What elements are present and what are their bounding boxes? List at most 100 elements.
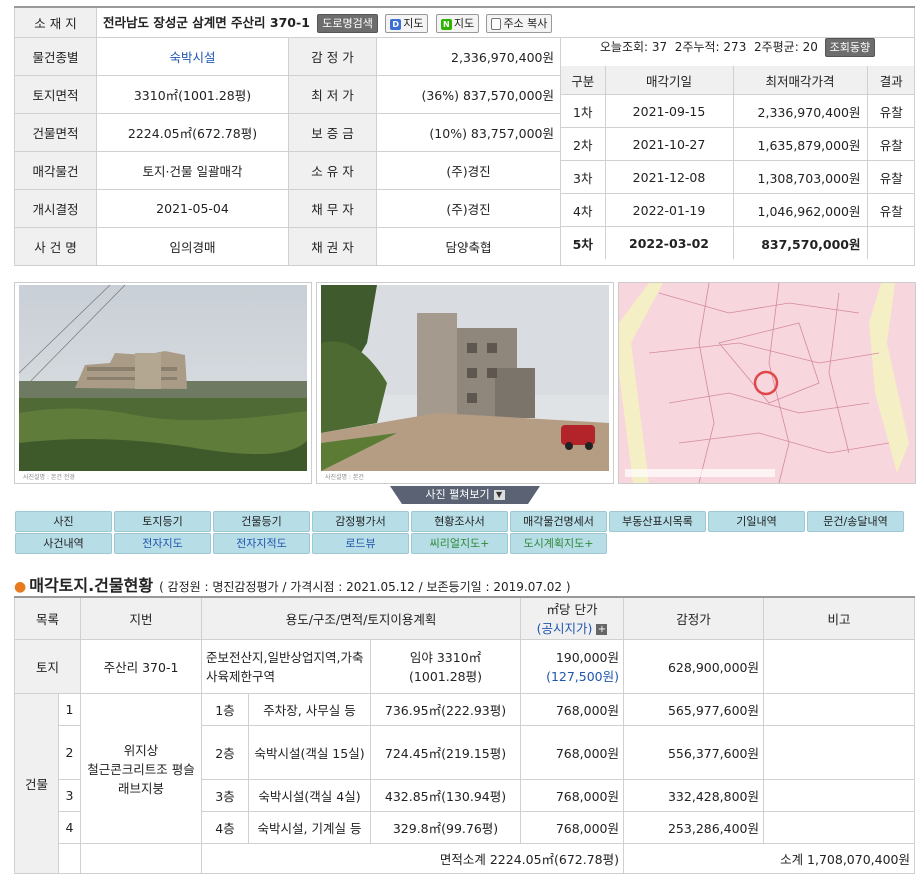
auction-date: 2021-10-27 — [604, 127, 733, 161]
copy-address-button[interactable]: 주소 복사 — [486, 14, 553, 33]
view-stats-text: 오늘조회: 37 2주누적: 273 2주평균: 20 — [599, 40, 818, 54]
property-info-table: 소 재 지 전라남도 장성군 삼계면 주산리 370-1 도로명검색 D 지도 N… — [14, 6, 916, 266]
floor-note — [763, 724, 916, 780]
col-header: 목록 — [13, 596, 82, 640]
floor: 2층 — [201, 724, 250, 780]
schedule-row: 3차 2021-12-08 1,308,703,000원 유찰 — [561, 160, 915, 194]
info-value: (주)경진 — [376, 151, 561, 190]
naver-map-button[interactable]: N 지도 — [435, 14, 480, 33]
land-label: 토지 — [13, 638, 82, 694]
daum-map-button[interactable]: D 지도 — [385, 14, 429, 33]
floor-use: 숙박시설(객실 15실) — [248, 724, 372, 780]
floor-unit-price: 768,000원 — [520, 692, 625, 726]
info-value: (36%) 837,570,000원 — [376, 75, 561, 114]
round: 4차 — [561, 193, 605, 227]
col-header: 용도/구조/면적/토지이용계획 — [201, 596, 522, 640]
info-label: 최 저 가 — [288, 75, 377, 114]
schedule-row: 2차 2021-10-27 1,635,879,000원 유찰 — [561, 127, 915, 161]
nav-urban-plan-map[interactable]: 도시계획지도+ — [510, 533, 607, 554]
floor-unit-price: 768,000원 — [520, 810, 625, 844]
land-appraisal: 628,900,000원 — [623, 638, 765, 694]
info-label: 개시결정 — [14, 189, 97, 228]
photo-expand-toggle[interactable]: 사진 펼쳐보기 ▼ — [390, 486, 540, 504]
info-value: 임의경매 — [96, 227, 289, 266]
info-value: 2021-05-04 — [96, 189, 289, 228]
info-value: 담양축협 — [376, 227, 561, 266]
land-lot: 주산리 370-1 — [80, 638, 203, 694]
floor-use: 숙박시설(객실 4실) — [248, 778, 372, 812]
building-structure: 위지상 철근콘크리트조 평슬래브지붕 — [80, 692, 203, 844]
nav-status-report[interactable]: 현황조사서 — [411, 511, 508, 532]
round: 2차 — [561, 127, 605, 161]
floor: 3층 — [201, 778, 250, 812]
floor-unit-price: 768,000원 — [520, 778, 625, 812]
address-value: 전라남도 장성군 삼계면 주산리 370-1 — [103, 15, 310, 30]
schedule-panel: 오늘조회: 37 2주누적: 273 2주평균: 20 조회동향 구분 매각기일… — [559, 37, 916, 266]
nav-e-map[interactable]: 전자지도 — [114, 533, 211, 554]
auction-date: 2021-12-08 — [604, 160, 733, 194]
info-label: 토지면적 — [14, 75, 97, 114]
plus-icon[interactable]: + — [596, 624, 608, 636]
subtotal-spacer — [80, 842, 203, 874]
floor-area: 329.8㎡(99.76평) — [370, 810, 522, 844]
info-label: 소 유 자 — [288, 151, 377, 190]
schedule-row-current: 5차 2022-03-02 837,570,000원 — [561, 226, 915, 259]
address-label: 소 재 지 — [14, 6, 97, 38]
nav-appraisal[interactable]: 감정평가서 — [312, 511, 409, 532]
chevron-down-icon: ▼ — [493, 490, 505, 500]
view-trend-button[interactable]: 조회동향 — [824, 38, 876, 57]
nav-sereal-map[interactable]: 씨리얼지도+ — [411, 533, 508, 554]
min-price: 1,635,879,000원 — [732, 127, 867, 161]
nav-property-list[interactable]: 부동산표시목록 — [609, 511, 706, 532]
floor-area: 432.85㎡(130.94평) — [370, 778, 522, 812]
floor-no: 3 — [57, 778, 82, 812]
nav-sale-statement[interactable]: 매각물건명세서 — [510, 511, 607, 532]
info-value: (10%) 83,757,000원 — [376, 113, 561, 152]
info-value: 3310㎡(1001.28평) — [96, 75, 289, 114]
info-value: 토지·건물 일괄매각 — [96, 151, 289, 190]
property-photo-1[interactable]: 사진설명 : 본건 전경 — [14, 282, 312, 484]
land-unit-price: 190,000원 (127,500원) — [520, 638, 625, 694]
nav-documents[interactable]: 문건/송달내역 — [807, 511, 904, 532]
cadastral-map[interactable] — [618, 282, 916, 484]
round: 1차 — [561, 94, 605, 128]
price-subtotal: 소계 1,708,070,400원 — [623, 842, 916, 874]
schedule-header: 구분 — [561, 66, 605, 95]
info-label: 채 무 자 — [288, 189, 377, 228]
daum-logo-icon: D — [390, 18, 402, 30]
public-price-link[interactable]: (공시지가) — [537, 621, 593, 636]
property-photo-2[interactable]: 사진설명 : 본건 — [316, 282, 614, 484]
min-price: 1,308,703,000원 — [732, 160, 867, 194]
info-label: 사 건 명 — [14, 227, 97, 266]
road-search-button[interactable]: 도로명검색 — [317, 14, 378, 33]
floor: 4층 — [201, 810, 250, 844]
subtotal-spacer — [57, 842, 82, 874]
result: 유찰 — [866, 94, 915, 128]
nav-e-cadastral-map[interactable]: 전자지적도 — [213, 533, 310, 554]
info-label: 매각물건 — [14, 151, 97, 190]
nav-building-registry[interactable]: 건물등기 — [213, 511, 310, 532]
nav-date-history[interactable]: 기일내역 — [708, 511, 805, 532]
info-value: 2,336,970,400원 — [376, 37, 561, 76]
nav-case-history[interactable]: 사건내역 — [15, 533, 112, 554]
land-zone: 준보전산지,일반상업지역,가축사육제한구역 — [201, 638, 372, 694]
result: 유찰 — [866, 193, 915, 227]
land-area: 임야 3310㎡ (1001.28평) — [370, 638, 522, 694]
floor-note — [763, 810, 916, 844]
floor-no: 4 — [57, 810, 82, 844]
nav-land-registry[interactable]: 토지등기 — [114, 511, 211, 532]
bullet-icon: ● — [14, 579, 27, 595]
round: 3차 — [561, 160, 605, 194]
auction-schedule-table: 구분 매각기일 최저매각가격 결과 1차 2021-09-15 2,336,970,… — [561, 66, 915, 259]
property-type-link[interactable]: 숙박시설 — [96, 37, 289, 76]
section-subtitle: ( 감정원 : 명진감정평가 / 가격시점 : 2021.05.12 / 보존등… — [159, 580, 571, 594]
col-header: 지번 — [80, 596, 203, 640]
nav-photos[interactable]: 사진 — [15, 511, 112, 532]
floor-note — [763, 692, 916, 726]
nav-roadview[interactable]: 로드뷰 — [312, 533, 409, 554]
auction-date: 2022-03-02 — [604, 226, 733, 259]
naver-logo-icon: N — [440, 18, 452, 30]
land-building-table: 목록 지번 용도/구조/면적/토지이용계획 ㎡당 단가 (공시지가) + 감정가… — [13, 596, 916, 874]
area-subtotal: 면적소계 2224.05㎡(672.78평) — [201, 842, 625, 874]
floor-use: 주차장, 사무실 등 — [248, 692, 372, 726]
